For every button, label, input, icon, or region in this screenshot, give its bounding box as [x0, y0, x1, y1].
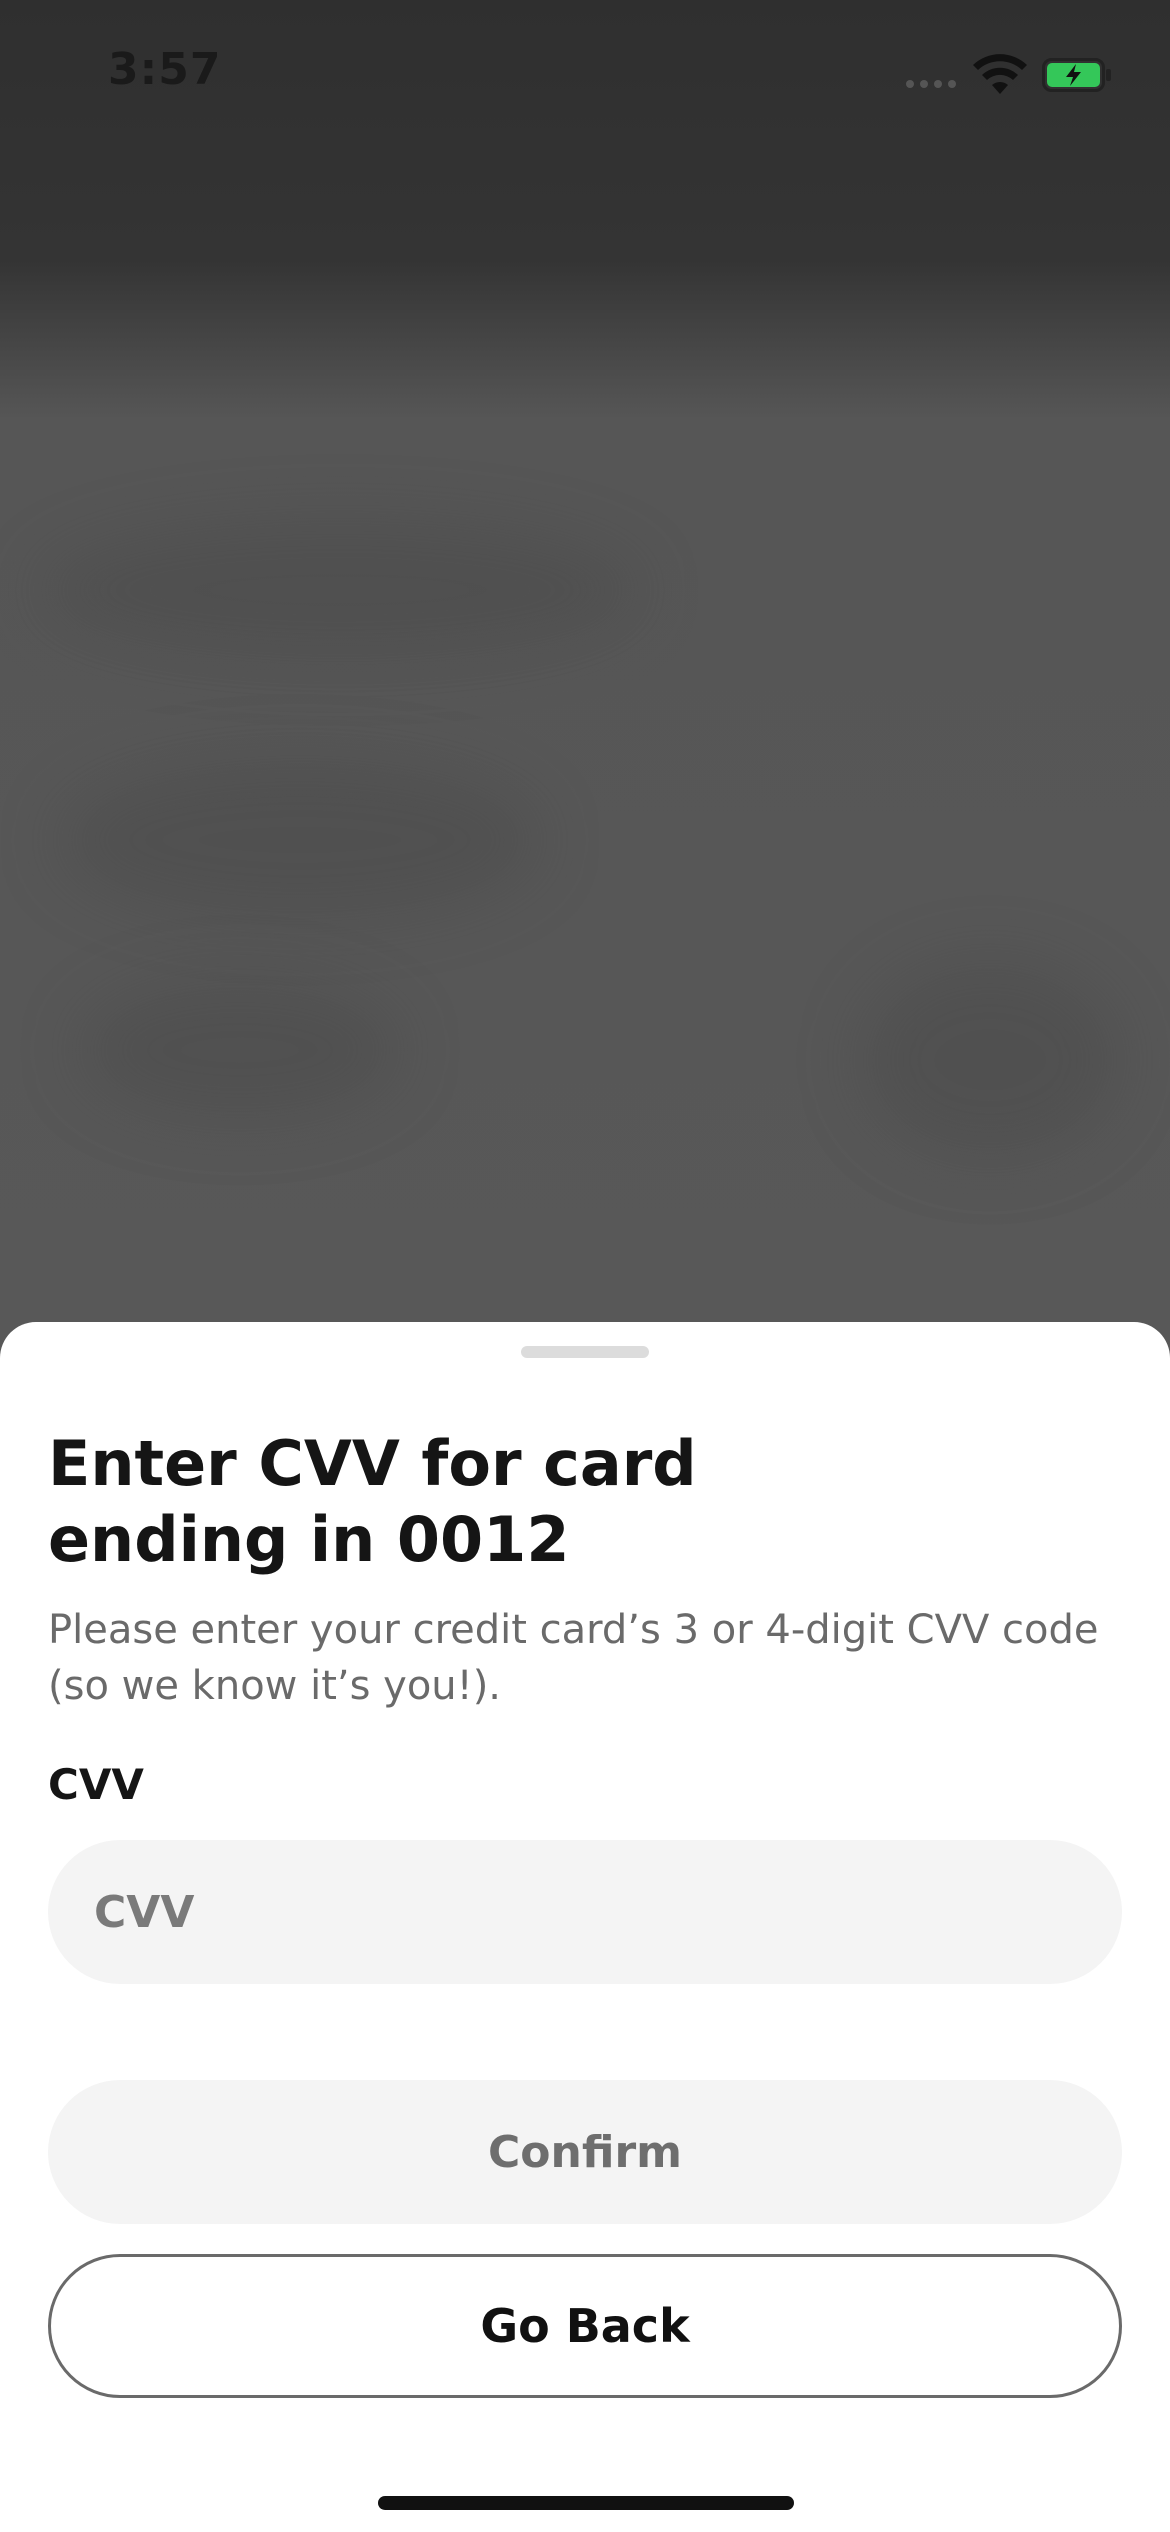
home-indicator [378, 2496, 794, 2510]
cvv-input[interactable] [48, 1840, 1122, 1984]
sheet-subtitle: Please enter your credit card’s 3 or 4-d… [48, 1607, 1099, 1709]
signal-icon [906, 80, 956, 88]
battery-charging-icon [1042, 58, 1111, 92]
confirm-button[interactable]: Confirm [48, 2080, 1122, 2224]
status-bar: 3:57 [0, 0, 1170, 150]
status-time: 3:57 [108, 44, 222, 95]
blurred-shape [80, 980, 400, 1120]
go-back-button[interactable]: Go Back [48, 2254, 1122, 2398]
blurred-shape [60, 760, 540, 920]
blurred-shape [860, 960, 1120, 1160]
cvv-label: CVV [48, 1760, 144, 1809]
blurred-shape [40, 520, 640, 660]
wifi-icon [973, 54, 1027, 94]
sheet-grabber[interactable] [521, 1346, 649, 1358]
cvv-bottom-sheet: Enter CVV for card ending in 0012 Please… [0, 1322, 1170, 2532]
sheet-title: Enter CVV for card ending in 0012 [48, 1427, 697, 1576]
